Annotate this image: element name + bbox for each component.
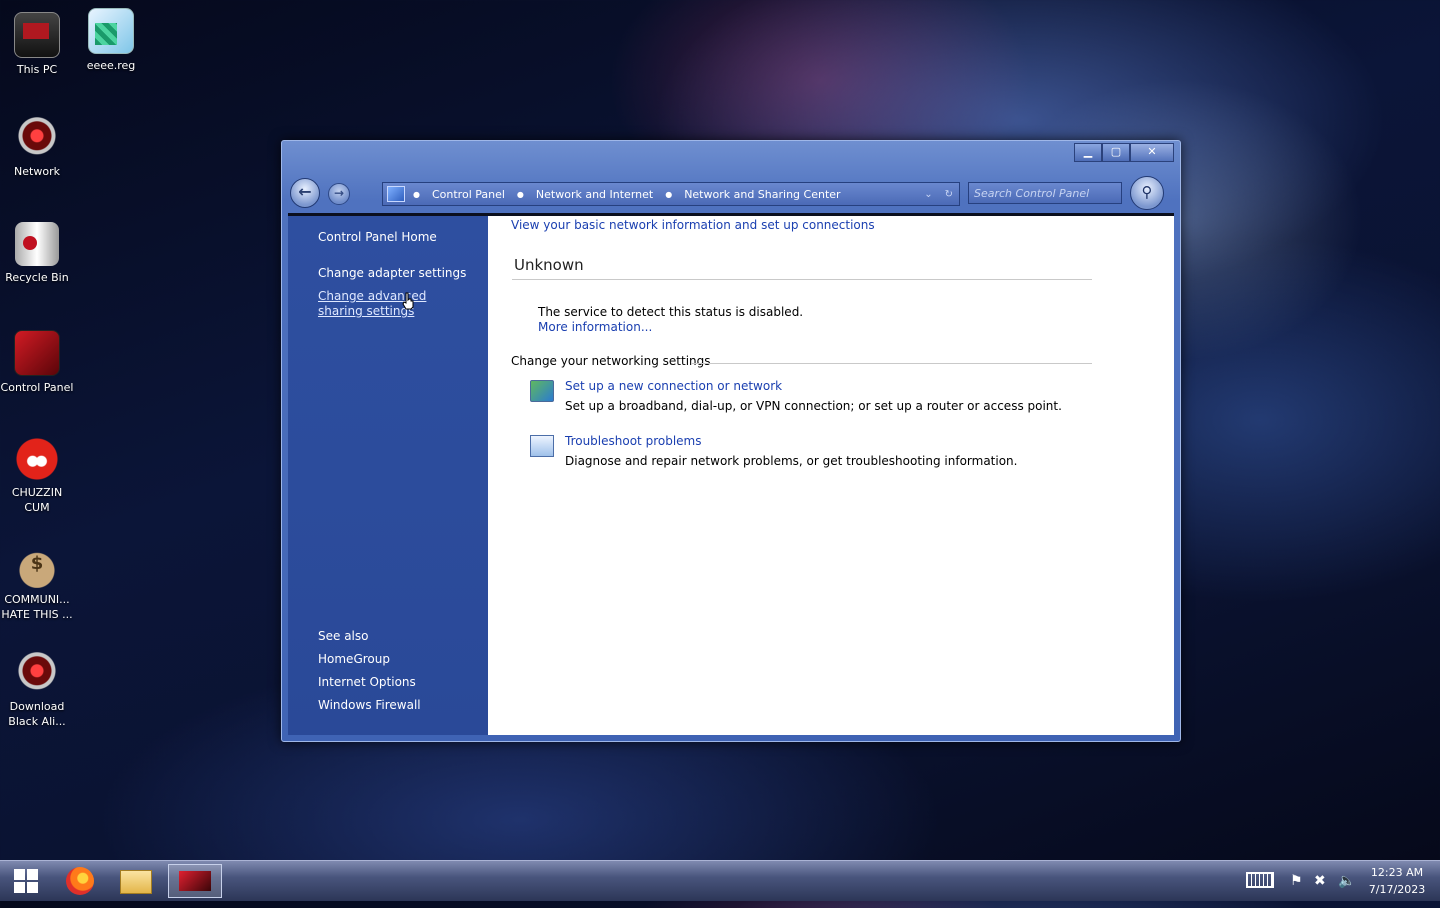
- window-controls: ▁ ▢ ✕: [1074, 143, 1174, 162]
- control-panel-icon: [14, 330, 60, 376]
- hand-cursor-icon: [402, 292, 414, 310]
- clock-time: 12:23 AM: [1370, 866, 1424, 879]
- network-icon: [15, 116, 59, 160]
- setup-connection-description: Set up a broadband, dial-up, or VPN conn…: [565, 399, 1062, 413]
- new-connection-icon: [530, 380, 554, 402]
- desktop-icon-label: eeee.reg: [86, 59, 136, 72]
- chuzzle-icon: [15, 437, 59, 481]
- folder-icon: [120, 870, 152, 894]
- desktop-icon-control-panel[interactable]: Control Panel: [0, 330, 74, 395]
- sidebar-item-change-adapter-settings[interactable]: Change adapter settings: [318, 266, 466, 280]
- taskbar-file-explorer[interactable]: [112, 864, 160, 898]
- network-name: Unknown: [514, 256, 584, 274]
- sidebar: Control Panel Home Change adapter settin…: [288, 216, 488, 735]
- desktop-icon-this-pc[interactable]: This PC: [0, 12, 74, 77]
- troubleshoot-link[interactable]: Troubleshoot problems: [565, 434, 701, 448]
- breadcrumb-label: Network and Internet: [535, 187, 654, 201]
- troubleshoot-icon: [530, 435, 554, 457]
- sidebar-item-homegroup[interactable]: HomeGroup: [318, 652, 390, 666]
- desktop-icon-network[interactable]: Network: [0, 116, 74, 179]
- address-bar[interactable]: ● Control Panel ● Network and Internet ● Ne…: [382, 182, 960, 206]
- maximize-button[interactable]: ▢: [1102, 143, 1130, 162]
- desktop-icon-label: This PC: [16, 63, 58, 76]
- close-button[interactable]: ✕: [1130, 143, 1174, 162]
- control-panel-icon: [387, 186, 405, 202]
- control-panel-icon: [179, 871, 211, 891]
- breadcrumb-network-sharing-center[interactable]: ● Network and Sharing Center: [665, 188, 852, 201]
- sidebar-item-control-panel-home[interactable]: Control Panel Home: [318, 230, 437, 244]
- taskbar-firefox[interactable]: [56, 864, 104, 898]
- breadcrumb-network-internet[interactable]: ● Network and Internet: [517, 188, 665, 201]
- divider: [512, 279, 1092, 280]
- breadcrumb-control-panel[interactable]: ● Control Panel: [413, 188, 517, 201]
- status-text: The service to detect this status is dis…: [538, 305, 804, 319]
- windows-logo-icon: [14, 869, 38, 893]
- address-actions: ⌄ ↻: [924, 189, 959, 200]
- search-input[interactable]: Search Control Panel: [968, 182, 1122, 204]
- taskbar-control-panel[interactable]: [168, 864, 222, 898]
- desktop-icon-label: Control Panel: [0, 381, 74, 394]
- this-pc-icon: [14, 12, 60, 58]
- action-center-flag-icon[interactable]: ⚑: [1290, 873, 1306, 889]
- chevron-down-icon[interactable]: ⌄: [924, 189, 932, 200]
- clock[interactable]: 12:23 AM 7/17/2023: [1366, 864, 1428, 898]
- see-also-title: See also: [318, 629, 369, 643]
- keyboard-icon[interactable]: [1246, 872, 1274, 888]
- desktop-icon-recycle-bin[interactable]: Recycle Bin: [0, 222, 74, 285]
- network-disconnected-icon[interactable]: ✖: [1314, 873, 1330, 889]
- sidebar-item-windows-firewall[interactable]: Windows Firewall: [318, 698, 421, 712]
- desktop-icon-label: Download Black Ali...: [8, 700, 66, 728]
- title-bar[interactable]: ▁ ▢ ✕: [282, 141, 1180, 171]
- setup-connection-link[interactable]: Set up a new connection or network: [565, 379, 782, 393]
- desktop-icon-label: Recycle Bin: [5, 271, 69, 284]
- desktop-icon-label: COMMUNI... HATE THIS ...: [1, 593, 73, 621]
- refresh-icon[interactable]: ↻: [945, 189, 953, 200]
- main-content: View your basic network information and …: [488, 216, 1174, 735]
- desktop-icon-download[interactable]: Download Black Ali...: [0, 651, 74, 729]
- search-icon[interactable]: ⚲: [1130, 176, 1164, 210]
- clock-date: 7/17/2023: [1368, 883, 1426, 896]
- troubleshoot-description: Diagnose and repair network problems, or…: [565, 454, 1018, 468]
- desktop-icon-eeee-reg[interactable]: eeee.reg: [74, 8, 148, 73]
- firefox-icon: [66, 867, 94, 895]
- more-information-link[interactable]: More information...: [538, 320, 652, 334]
- registry-file-icon: [88, 8, 134, 54]
- desktop-icon-chuzzin[interactable]: CHUZZIN CUM: [0, 437, 74, 515]
- money-bag-icon: [15, 544, 59, 588]
- network-sharing-center-window: ▁ ▢ ✕ ← → ● Control Panel ● Network and In…: [281, 140, 1181, 742]
- sidebar-item-internet-options[interactable]: Internet Options: [318, 675, 416, 689]
- minimize-button[interactable]: ▁: [1074, 143, 1102, 162]
- desktop-icon-label: Network: [14, 165, 60, 178]
- desktop-icon-communi[interactable]: COMMUNI... HATE THIS ...: [0, 544, 74, 622]
- start-button[interactable]: [2, 864, 50, 898]
- breadcrumb-label: Network and Sharing Center: [684, 187, 841, 201]
- recycle-bin-icon: [15, 222, 59, 266]
- forward-button[interactable]: →: [328, 183, 350, 205]
- volume-muted-icon[interactable]: 🔈: [1338, 873, 1355, 889]
- divider: [692, 363, 1092, 364]
- sidebar-item-change-advanced-sharing-settings[interactable]: Change advanced sharing settings: [318, 289, 468, 319]
- back-button[interactable]: ←: [290, 178, 320, 208]
- page-header: View your basic network information and …: [511, 218, 875, 232]
- breadcrumb-label: Control Panel: [431, 187, 505, 201]
- section-title: Change your networking settings: [511, 354, 711, 368]
- download-icon: [15, 651, 59, 695]
- desktop-icon-label: CHUZZIN CUM: [11, 486, 63, 514]
- taskbar: ⚑ ✖ 🔈 12:23 AM 7/17/2023: [0, 860, 1440, 901]
- navigation-bar: ← → ● Control Panel ● Network and Internet…: [290, 175, 1172, 211]
